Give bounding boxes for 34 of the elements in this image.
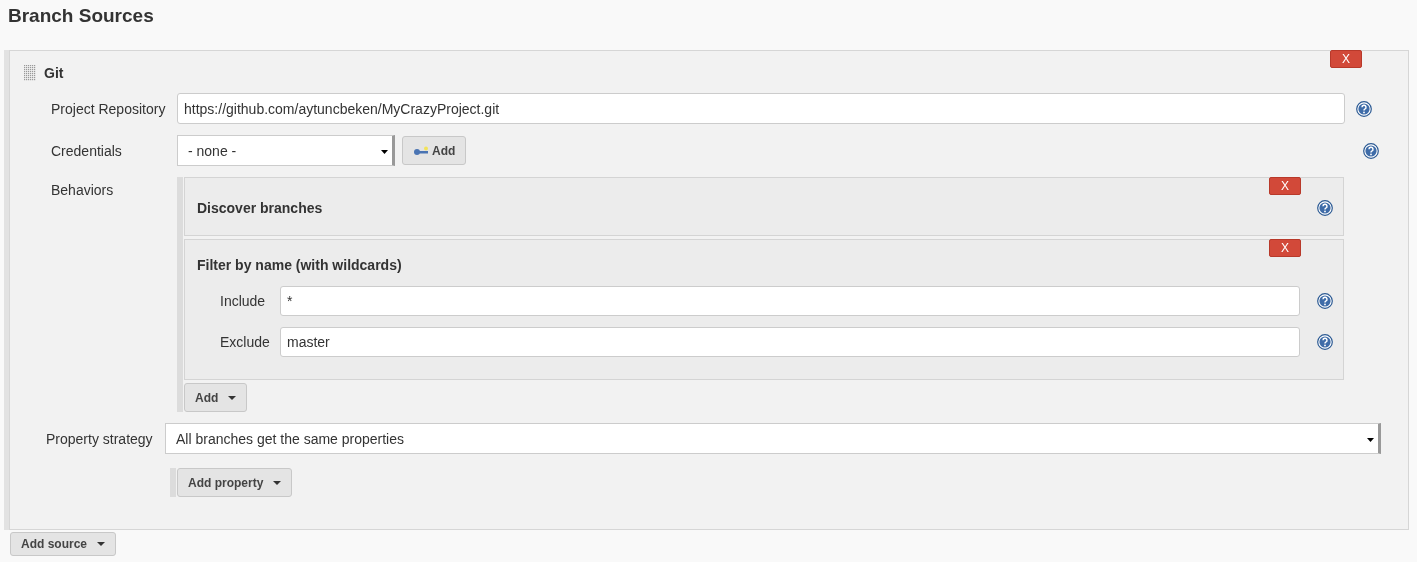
help-icon[interactable] bbox=[1317, 199, 1333, 216]
field-label: Property strategy bbox=[45, 430, 154, 447]
help-icon[interactable] bbox=[1363, 142, 1380, 159]
field-label: Behaviors bbox=[50, 181, 115, 198]
add-credentials-button[interactable]: Add bbox=[402, 136, 467, 165]
behavior-title: Filter by name (with wildcards) bbox=[197, 257, 403, 273]
caret-icon bbox=[97, 542, 105, 546]
caret-icon bbox=[1367, 438, 1374, 442]
repository-field[interactable]: https://github.com/aytuncbeken/MyCrazyProject.git bbox=[177, 93, 1345, 124]
field-label: Project Repository bbox=[50, 100, 167, 117]
add-property-button[interactable]: Add property bbox=[177, 468, 293, 497]
help-icon[interactable] bbox=[1317, 334, 1333, 350]
pattern-field[interactable]: master bbox=[280, 327, 1300, 357]
field-label: Credentials bbox=[50, 142, 123, 159]
pattern-field[interactable]: * bbox=[280, 286, 1300, 316]
field-label: Include bbox=[219, 293, 267, 309]
help-icon[interactable] bbox=[1356, 100, 1372, 117]
field-label: Exclude bbox=[219, 334, 271, 350]
behavior-title: Discover branches bbox=[197, 199, 324, 216]
caret-icon bbox=[381, 150, 388, 154]
delete-button[interactable]: X bbox=[1330, 50, 1362, 68]
delete-button[interactable]: X bbox=[1269, 177, 1301, 195]
caret-icon bbox=[228, 395, 237, 400]
help-icon[interactable] bbox=[1317, 293, 1333, 309]
property-strategy-select[interactable]: All branches get the same properties bbox=[165, 423, 1381, 454]
credentials-select[interactable]: - none - bbox=[177, 135, 395, 166]
delete-button[interactable]: X bbox=[1269, 239, 1301, 257]
add-source-button[interactable]: Add source bbox=[10, 532, 116, 556]
caret-icon bbox=[273, 480, 282, 485]
key-icon bbox=[413, 145, 429, 156]
add-behavior-button[interactable]: Add bbox=[184, 383, 248, 412]
drag-handle-icon[interactable] bbox=[24, 65, 36, 81]
source-title: Git bbox=[44, 65, 64, 81]
section-title: Branch Sources bbox=[7, 4, 155, 28]
